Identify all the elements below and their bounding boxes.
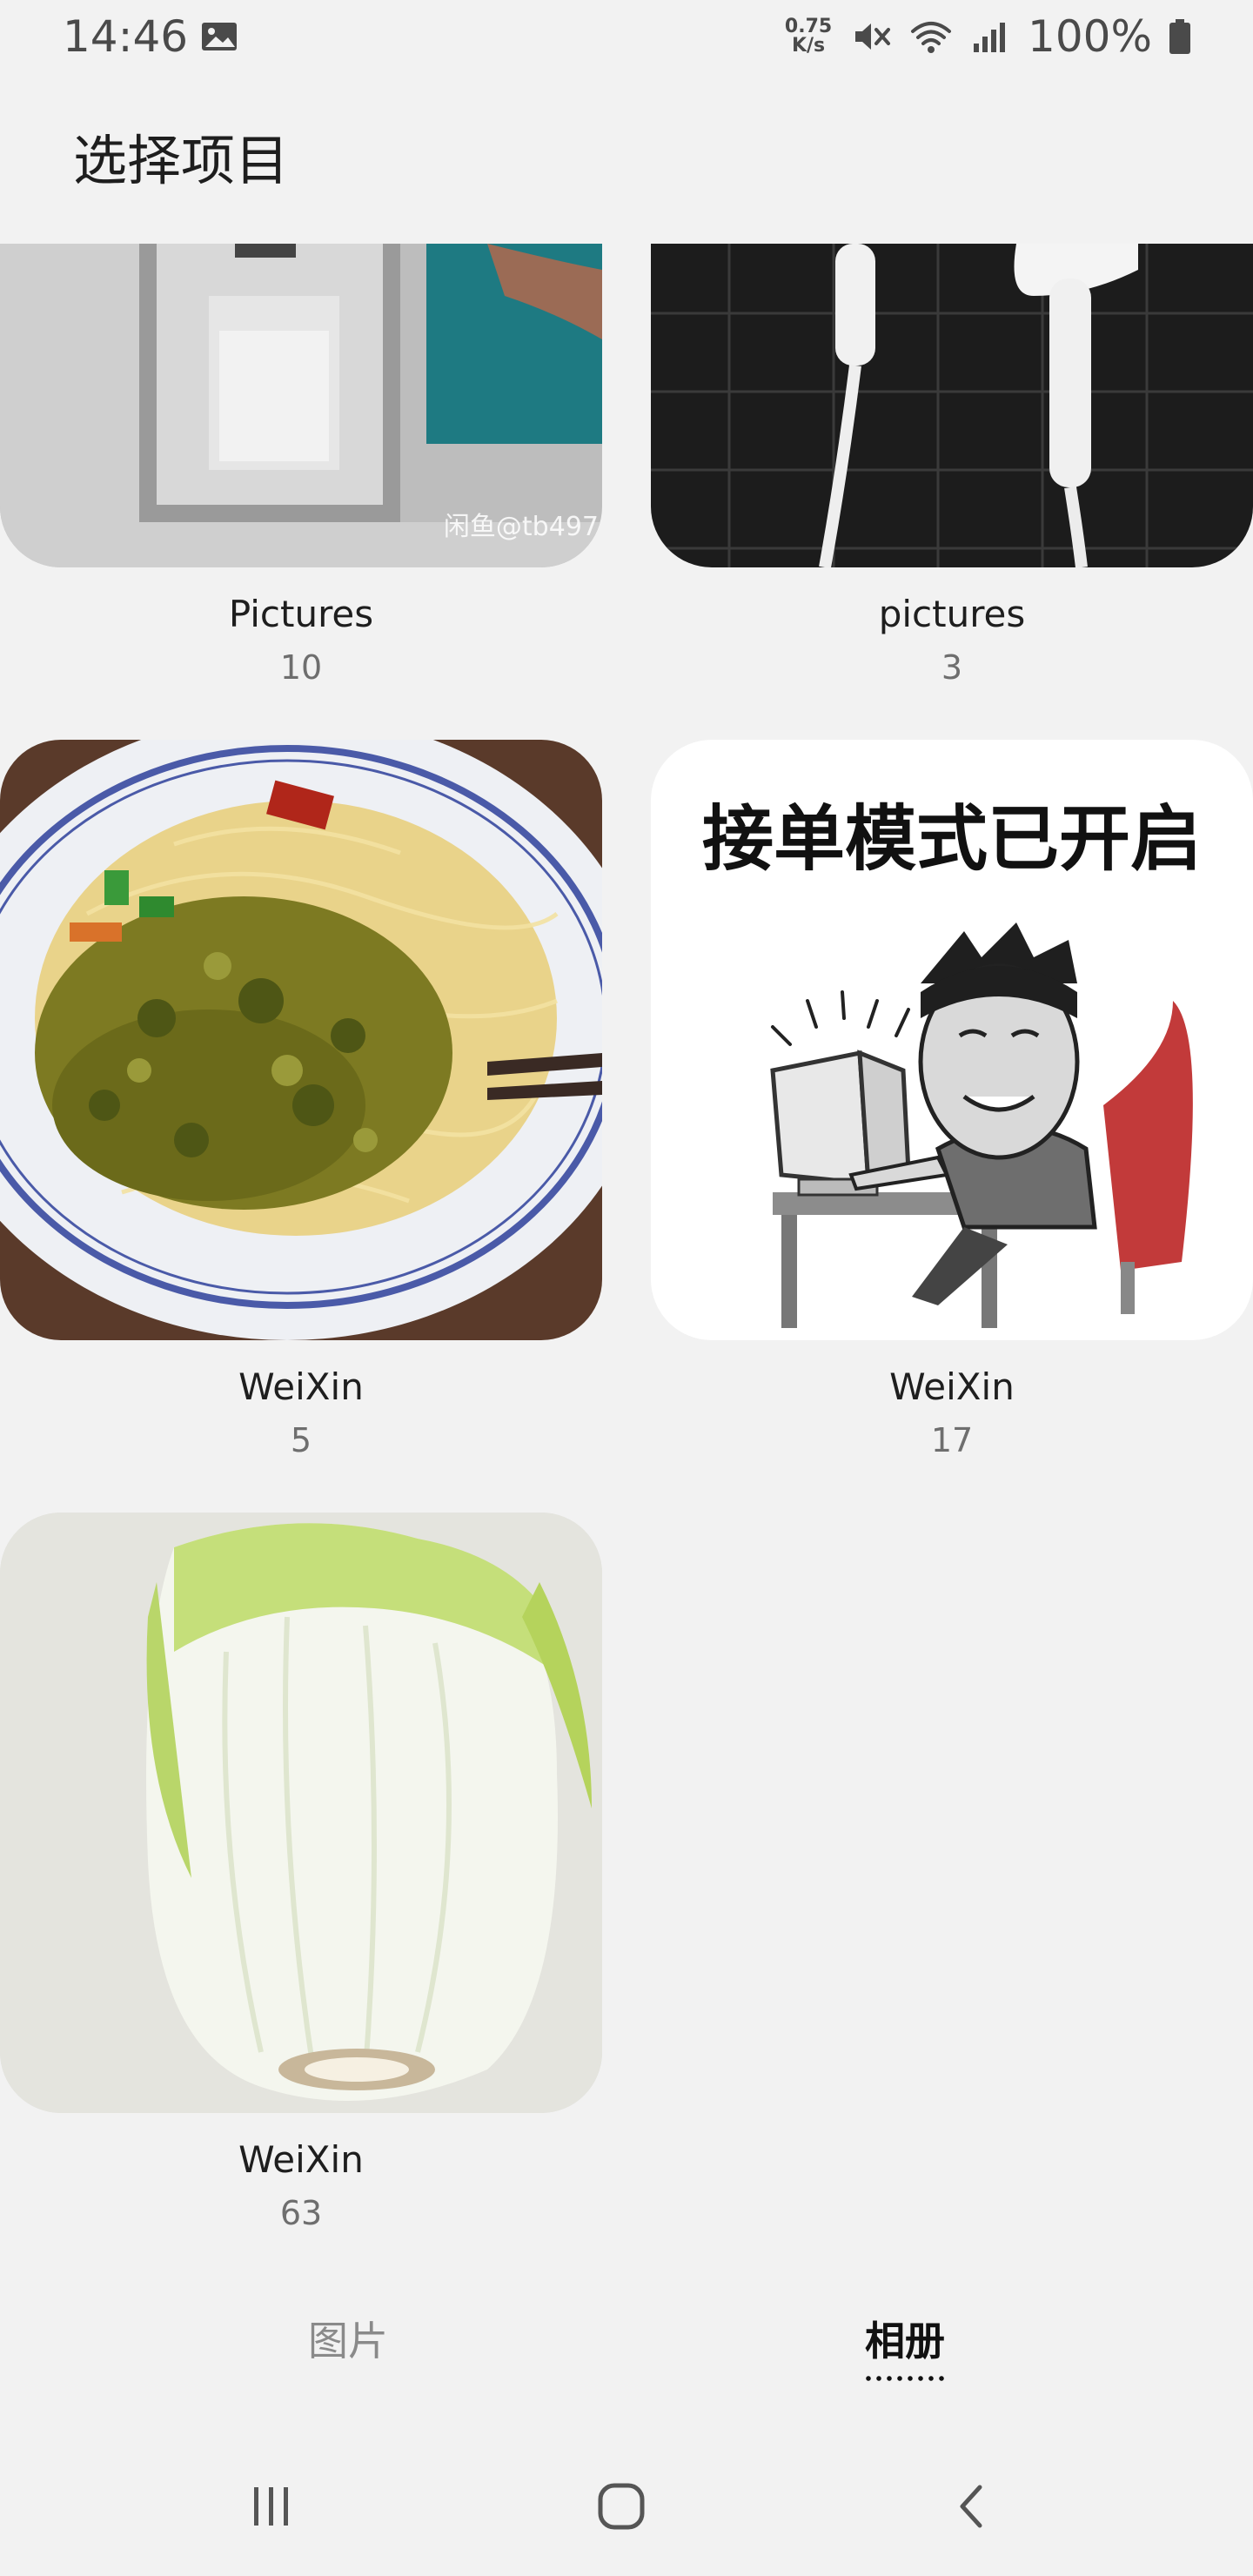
album-thumbnail-image — [0, 1513, 602, 2113]
navigation-bar — [0, 2437, 1253, 2576]
album-card[interactable]: pictures 3 — [651, 244, 1253, 689]
album-card[interactable]: 接单模式已开启 WeiXin 17 — [651, 740, 1253, 1462]
album-card[interactable]: 闲鱼@tb497 Pictures 10 — [0, 244, 602, 689]
page-title: 选择项目 — [73, 129, 290, 192]
battery-icon — [1169, 19, 1190, 54]
tab-albums-label: 相册 — [865, 2318, 945, 2365]
back-button[interactable] — [936, 2470, 1009, 2543]
tab-pictures-label: 图片 — [308, 2318, 388, 2365]
album-name: WeiXin — [238, 2138, 364, 2181]
back-icon — [960, 2485, 982, 2528]
watermark-text: 闲鱼@tb497 — [443, 512, 599, 542]
signal-icon — [974, 23, 1006, 52]
tab-pictures[interactable]: 图片 — [218, 2306, 479, 2376]
album-count: 17 — [930, 1421, 974, 1459]
active-tab-indicator — [863, 2376, 947, 2381]
status-bar: 14:46 0.75 K/s 100% — [0, 0, 1253, 73]
album-name: Pictures — [228, 593, 374, 635]
mute-icon — [855, 23, 891, 50]
album-count: 5 — [290, 1421, 312, 1459]
status-time: 14:46 — [63, 11, 189, 62]
album-thumbnail-image — [0, 740, 602, 1340]
album-thumbnail-image — [770, 922, 1193, 1328]
album-name: WeiXin — [889, 1365, 1015, 1408]
network-speed-unit: K/s — [791, 35, 826, 57]
album-thumbnail-image — [651, 244, 1253, 567]
album-card[interactable]: WeiXin 5 — [0, 740, 602, 1462]
album-thumbnail[interactable] — [0, 740, 602, 1340]
recent-apps-button[interactable] — [235, 2470, 308, 2543]
battery-percentage: 100% — [1028, 11, 1152, 62]
album-card[interactable]: WeiXin 63 — [0, 1513, 602, 2235]
network-speed-value: 0.75 — [784, 16, 833, 37]
album-thumbnail[interactable]: 接单模式已开启 — [651, 740, 1253, 1340]
album-count: 10 — [279, 648, 323, 687]
network-speed: 0.75 K/s — [782, 17, 834, 56]
album-count: 63 — [279, 2194, 323, 2232]
album-count: 3 — [941, 648, 963, 687]
album-thumbnail[interactable] — [0, 1513, 602, 2113]
album-name: pictures — [878, 593, 1026, 635]
album-name: WeiXin — [238, 1365, 364, 1408]
recent-apps-icon — [254, 2487, 288, 2526]
status-indicators: 0.75 K/s 100% — [782, 9, 1192, 64]
gallery-icon — [202, 23, 237, 50]
tab-albums[interactable]: 相册 — [774, 2306, 1035, 2381]
home-icon — [598, 2483, 645, 2530]
album-thumbnail[interactable]: 闲鱼@tb497 — [0, 244, 602, 567]
wifi-icon — [911, 22, 952, 53]
home-button[interactable] — [585, 2470, 658, 2543]
album-thumbnail[interactable] — [651, 244, 1253, 567]
